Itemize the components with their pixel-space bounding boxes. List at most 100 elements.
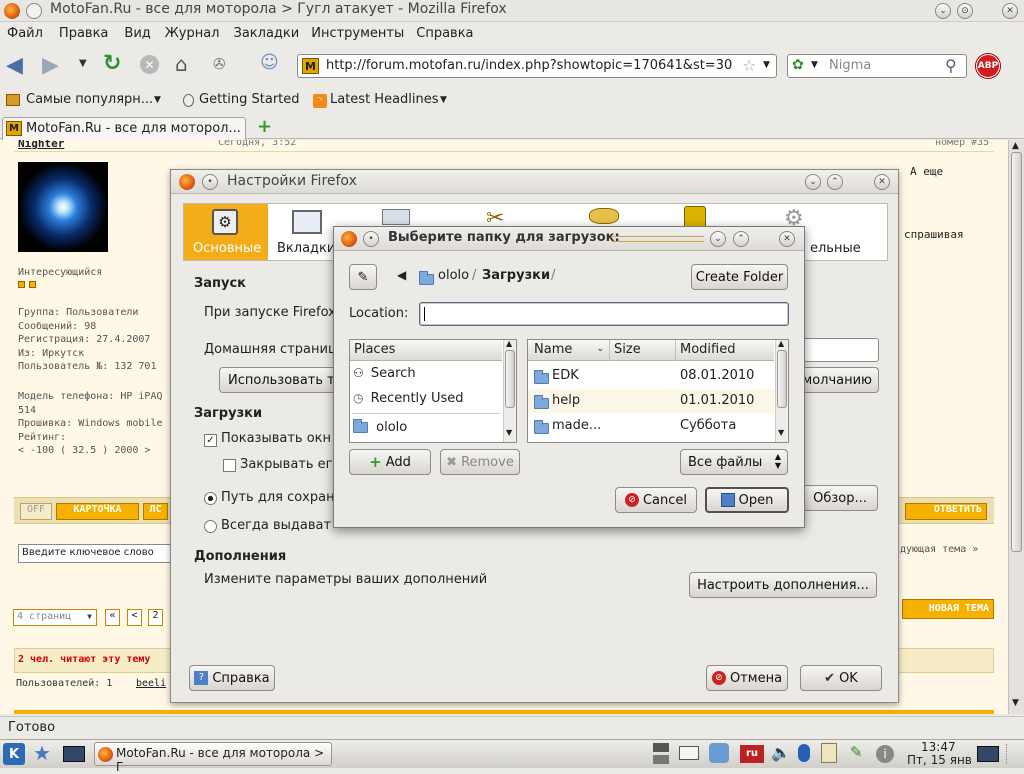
crumb-downloads[interactable]: Загрузки [482, 268, 550, 283]
crumb-ololo[interactable]: ololo [438, 268, 469, 283]
keyboard-layout-indicator[interactable]: ru [740, 745, 764, 763]
stop-icon[interactable]: ✕ [140, 55, 159, 74]
bookmark-getting-started[interactable]: Getting Started [199, 92, 300, 107]
pager-icon[interactable] [653, 755, 669, 764]
search-bar[interactable]: ✿ ▼ Nigma ⚲ [787, 54, 967, 78]
col-size-header[interactable]: Size [610, 340, 676, 361]
places-scrollbar[interactable]: ▲ ▼ [503, 339, 516, 442]
menu-help[interactable]: Справка [416, 23, 473, 45]
reload-icon[interactable]: ↻ [103, 51, 121, 76]
bookmark-latest-headlines[interactable]: Latest Headlines [330, 92, 439, 107]
pane-tabs[interactable]: Вкладки [270, 204, 342, 260]
volume-icon[interactable]: 🔈 [771, 743, 791, 762]
places-item-ololo[interactable]: ololo [350, 418, 502, 440]
url-bar[interactable]: M http://forum.motofan.ru/index.php?show… [297, 54, 777, 78]
download-status-icon[interactable]: ☺ [260, 52, 279, 73]
search-input[interactable]: Nigma [829, 58, 871, 73]
help-button[interactable]: ? Справка [189, 665, 275, 691]
next-topic-link[interactable]: дующая тема » [900, 544, 978, 555]
desktop-icon[interactable] [63, 746, 85, 762]
clock-time[interactable]: 13:47 [921, 740, 956, 754]
restore-default-button[interactable]: молчанию [793, 367, 879, 393]
taskbar-resize-handle[interactable] [1006, 744, 1020, 764]
add-place-button[interactable]: + Add [349, 449, 431, 475]
window-menu-icon[interactable]: • [363, 231, 379, 247]
clock-date[interactable]: Пт, 15 янв [907, 753, 972, 767]
page-scrollbar[interactable]: ▲ ▼ [1008, 140, 1024, 714]
remove-place-button[interactable]: ✖ Remove [440, 449, 520, 475]
close-icon[interactable]: ✕ [1002, 3, 1018, 19]
maximize-icon[interactable]: ⌃ [827, 174, 843, 190]
back-icon[interactable]: ◀ [6, 53, 23, 78]
use-current-button[interactable]: Использовать т [219, 367, 339, 393]
maximize-icon[interactable]: ⌃ [733, 231, 749, 247]
prev-page-button[interactable]: < [127, 609, 142, 626]
scroll-down-icon[interactable]: ▼ [778, 428, 784, 437]
bluetooth-icon[interactable] [798, 744, 810, 762]
star-icon[interactable]: ★ [33, 741, 51, 765]
col-name-header[interactable]: Name ⌄ [528, 340, 610, 361]
minimize-icon[interactable]: ⌄ [805, 174, 821, 190]
menu-view[interactable]: Вид [124, 23, 150, 45]
menu-file[interactable]: Файл [7, 23, 43, 45]
card-button[interactable]: КАРТОЧКА [56, 503, 139, 520]
post-number-link[interactable]: номер #35 [935, 140, 989, 148]
show-desktop-icon[interactable] [977, 746, 999, 762]
network-icon[interactable] [709, 743, 729, 763]
pager-icon[interactable] [653, 743, 669, 752]
privacy-icon[interactable] [589, 208, 619, 224]
browse-button[interactable]: Обзор... [802, 485, 878, 511]
mail-icon[interactable] [679, 746, 699, 760]
bookmark-star-icon[interactable]: ☆ [742, 56, 756, 75]
chooser-cancel-button[interactable]: ⊘ Cancel [615, 487, 697, 513]
scroll-thumb[interactable] [1011, 152, 1022, 552]
minimize-icon[interactable]: ⌄ [935, 3, 951, 19]
menu-edit[interactable]: Правка [59, 23, 108, 45]
places-item-recent[interactable]: ◷ Recently Used [350, 389, 502, 411]
file-row[interactable]: help 01.01.2010 [528, 389, 774, 413]
minimize-icon[interactable]: ⌄ [710, 231, 726, 247]
search-engine-dropdown-icon[interactable]: ▼ [811, 60, 818, 70]
url-text[interactable]: http://forum.motofan.ru/index.php?showto… [326, 58, 732, 73]
tab-motofan[interactable]: M MotoFan.Ru - все для моторол... [2, 117, 246, 140]
places-item-search[interactable]: ⚇ Search [350, 364, 502, 386]
search-icon[interactable]: ⚲ [945, 56, 957, 75]
close-icon[interactable]: ✕ [779, 231, 795, 247]
scroll-up-icon[interactable]: ▲ [506, 339, 512, 348]
file-row[interactable]: EDK 08.01.2010 [528, 364, 774, 388]
taskbar-task-firefox[interactable]: MotoFan.Ru - все для моторола > Г [94, 742, 332, 774]
path-back-icon[interactable]: ◀ [397, 268, 406, 282]
scroll-down-icon[interactable]: ▼ [506, 428, 512, 437]
file-filter-select[interactable]: Все файлы ▲ ▼ [680, 449, 788, 475]
pages-select[interactable]: 4 страниц ▼ [13, 609, 97, 626]
post-author-link[interactable]: Nighter [18, 140, 64, 150]
scroll-thumb[interactable] [777, 350, 787, 408]
window-menu-icon[interactable]: • [202, 174, 218, 190]
scroll-up-icon[interactable]: ▲ [1012, 141, 1019, 151]
close-when-done-checkbox[interactable] [223, 458, 236, 473]
adblock-icon[interactable]: ABP [976, 54, 1000, 78]
first-page-button[interactable]: « [105, 609, 120, 626]
scroll-down-icon[interactable]: ▼ [1012, 698, 1019, 708]
off-button[interactable]: OFF [20, 503, 52, 520]
new-tab-icon[interactable]: + [257, 116, 272, 137]
save-path-radio[interactable] [204, 491, 217, 506]
bookmark-most-visited[interactable]: Самые популярн... [26, 92, 153, 107]
menu-history[interactable]: Журнал [165, 23, 220, 45]
home-icon[interactable]: ⌂ [175, 52, 188, 76]
page-2-button[interactable]: 2 [148, 609, 163, 626]
files-scrollbar[interactable]: ▲ ▼ [775, 339, 788, 442]
kde-menu-icon[interactable]: K [3, 743, 25, 765]
search-engine-icon[interactable]: ✿ [792, 57, 804, 73]
places-header[interactable]: Places [350, 340, 502, 361]
url-dropdown-icon[interactable]: ▼ [763, 60, 770, 70]
scroll-up-icon[interactable]: ▲ [778, 339, 784, 348]
close-icon[interactable]: ✕ [874, 174, 890, 190]
content-icon[interactable] [382, 209, 410, 225]
file-row[interactable]: made... Суббота [528, 414, 774, 438]
reply-button[interactable]: ОТВЕТИТЬ [905, 503, 987, 520]
configure-addons-button[interactable]: Настроить дополнения... [689, 572, 877, 598]
extension-icon[interactable]: ✇ [213, 55, 226, 73]
info-icon[interactable]: i [876, 745, 894, 763]
menu-tools[interactable]: Инструменты [311, 23, 404, 45]
